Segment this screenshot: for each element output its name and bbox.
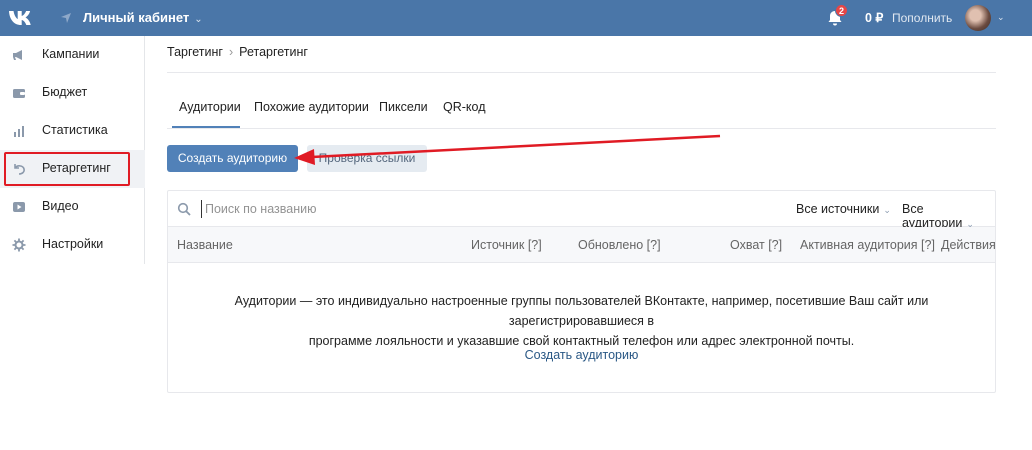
column-header-updated[interactable]: Обновлено [?] — [578, 238, 661, 252]
sidebar-item-label: Видео — [42, 199, 79, 213]
sidebar-item-label: Настройки — [42, 237, 104, 251]
search-input[interactable] — [201, 200, 601, 218]
sources-filter-dropdown[interactable]: Все источники ⌄ — [796, 202, 891, 216]
chevron-down-icon[interactable]: ⌄ — [997, 12, 1005, 23]
column-header-reach[interactable]: Охват [?] — [730, 238, 782, 252]
table-header: Название Источник [?] Обновлено [?] Охва… — [168, 227, 996, 263]
gear-icon — [12, 238, 26, 252]
chevron-down-icon: ⌄ — [883, 205, 891, 215]
column-header-source[interactable]: Источник [?] — [471, 238, 542, 252]
sidebar-item-label: Статистика — [42, 123, 108, 137]
create-audience-button[interactable]: Создать аудиторию — [167, 145, 298, 172]
empty-state-description: Аудитории — это индивидуально настроенны… — [168, 291, 995, 351]
audiences-panel: Все источники⌄ Все аудитории⌄ Название И… — [167, 190, 996, 393]
sidebar-item-campaigns[interactable]: Кампании — [0, 36, 145, 74]
tab-pixels[interactable]: Пиксели — [379, 100, 428, 114]
annotation-arrow-icon — [294, 134, 721, 165]
column-header-actions: Действия — [941, 238, 996, 252]
create-audience-link[interactable]: Создать аудиторию — [168, 348, 995, 362]
search-icon — [177, 202, 191, 216]
megaphone-icon — [13, 50, 22, 60]
sidebar-item-budget[interactable]: Бюджет — [0, 74, 145, 112]
tab-lookalike-audiences[interactable]: Похожие аудитории — [254, 100, 369, 114]
divider — [167, 72, 996, 73]
balance-value: 0 ₽ — [865, 11, 884, 25]
cabinet-dropdown[interactable]: Личный кабинет ⌄ — [83, 10, 203, 25]
stats-icon — [14, 126, 24, 137]
navigation-arrow-icon — [61, 13, 71, 23]
notification-badge: 2 — [835, 4, 848, 17]
top-bar: Личный кабинет ⌄ 2 0 ₽ Пополнить ⌄ — [0, 0, 1032, 36]
sidebar-item-label: Бюджет — [42, 85, 88, 99]
sidebar-item-label: Кампании — [42, 47, 100, 61]
sidebar: Кампании Бюджет Статистика Ретаргетинг В… — [0, 36, 145, 264]
avatar[interactable] — [965, 5, 991, 31]
chevron-down-icon: ⌄ — [194, 14, 203, 25]
breadcrumb-parent[interactable]: Таргетинг — [167, 45, 223, 59]
audiences-filter-label: Все аудитории — [902, 202, 963, 230]
audiences-filter-dropdown[interactable]: Все аудитории ⌄ — [902, 202, 995, 230]
search-bar: Все источники⌄ Все аудитории⌄ — [168, 191, 995, 230]
breadcrumb: Таргетинг › Ретаргетинг — [167, 45, 308, 59]
tab-audiences[interactable]: Аудитории — [179, 100, 241, 114]
tab-qr-code[interactable]: QR-код — [443, 100, 486, 114]
retargeting-highlight-annotation — [4, 152, 130, 186]
column-header-active-audience[interactable]: Активная аудитория [?] — [800, 238, 935, 252]
topup-link[interactable]: Пополнить — [892, 11, 952, 25]
sources-filter-label: Все источники — [796, 202, 880, 216]
column-header-name[interactable]: Название — [177, 238, 233, 252]
sidebar-item-statistics[interactable]: Статистика — [0, 112, 145, 150]
wallet-icon — [13, 89, 25, 98]
play-icon — [13, 202, 25, 212]
breadcrumb-current: Ретаргетинг — [239, 45, 308, 59]
sidebar-item-settings[interactable]: Настройки — [0, 226, 145, 264]
sidebar-item-video[interactable]: Видео — [0, 188, 145, 226]
empty-state-line: Аудитории — это индивидуально настроенны… — [234, 294, 929, 328]
vk-logo-icon[interactable] — [8, 9, 36, 27]
cabinet-title: Личный кабинет — [83, 10, 190, 25]
breadcrumb-separator-icon: › — [228, 45, 234, 59]
